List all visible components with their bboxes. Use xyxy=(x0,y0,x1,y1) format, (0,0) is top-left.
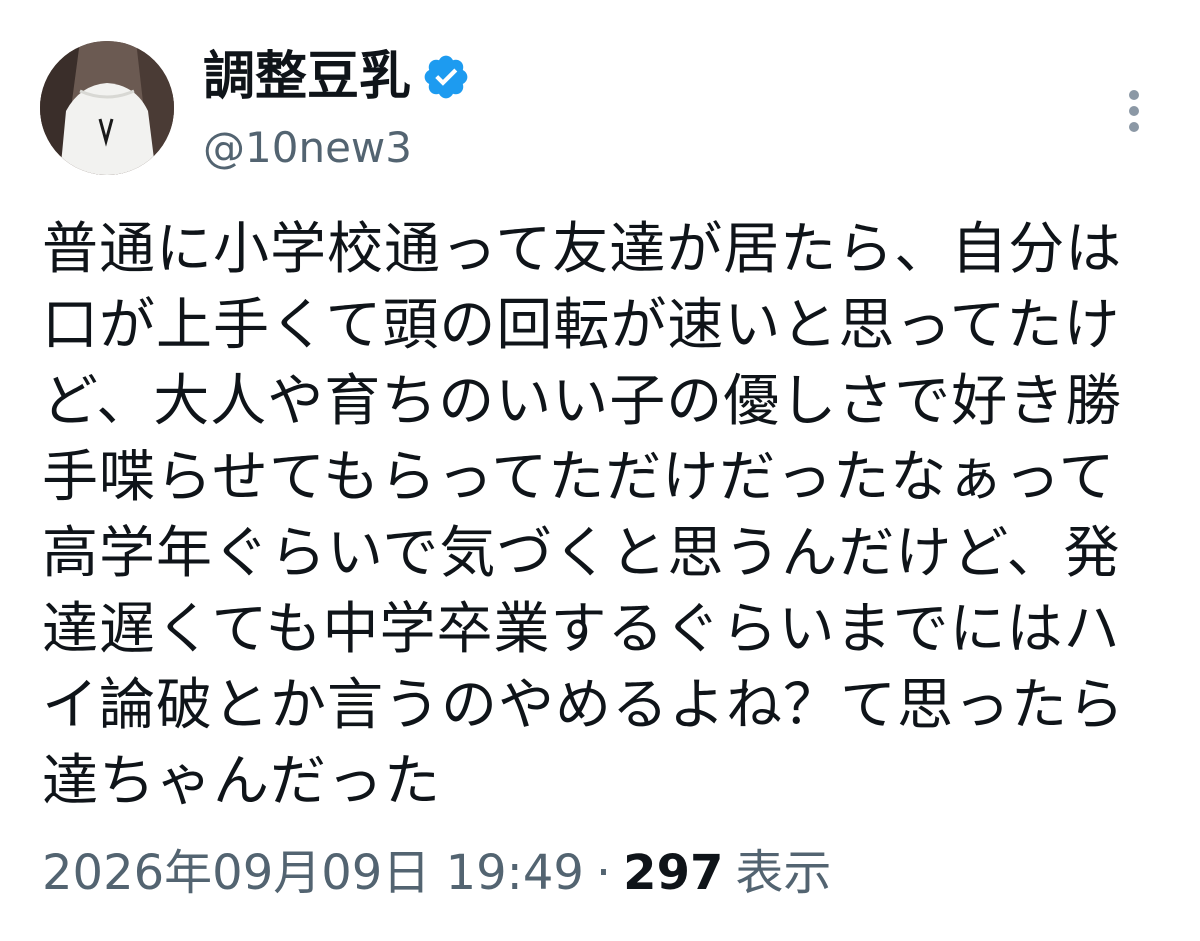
name-row: 調整豆乳 xyxy=(203,42,471,112)
more-options-icon[interactable] xyxy=(1116,86,1152,136)
tweet-text-line: 高学年ぐらいで気づくと思うんだけど、発 xyxy=(42,521,1121,586)
tweet-text-line: 手喋らせてもらってただけだったなぁって xyxy=(42,445,1116,510)
tweet-text-line: 口が上手くて頭の回転が速いと思ってたけ xyxy=(42,293,1121,358)
tweet-text: 普通に小学校通って友達が居たら、自分は 口が上手くて頭の回転が速いと思ってたけ … xyxy=(42,212,1172,820)
tweet-text-line: 達ちゃんだった xyxy=(42,749,441,814)
tweet-text-line: 普通に小学校通って友達が居たら、自分は xyxy=(42,217,1123,282)
views-count[interactable]: 297 xyxy=(623,838,723,908)
tweet-meta: 2026年09月09日 19:49 · 297 表示 xyxy=(42,838,831,908)
avatar-photo xyxy=(40,41,174,175)
tweet-text-line: ど、大人や育ちのいい子の優しさで好き勝 xyxy=(42,369,1123,434)
tweet-text-line: イ論破とか言うのやめるよね？て思ったら xyxy=(42,673,1125,738)
tweet: 調整豆乳 @10new3 普通に小学校通って友達が居たら、自分は 口が上手くて頭… xyxy=(0,0,1200,941)
handle[interactable]: @10new3 xyxy=(203,122,471,174)
meta-separator: · xyxy=(595,845,612,901)
verified-badge-icon xyxy=(421,52,471,102)
timestamp-link[interactable]: 2026年09月09日 19:49 xyxy=(42,838,584,908)
author-block: 調整豆乳 @10new3 xyxy=(203,42,471,174)
tweet-text-line: 達遅くても中学卒業するぐらいまでにはハ xyxy=(42,597,1121,662)
avatar[interactable] xyxy=(40,41,174,175)
display-name[interactable]: 調整豆乳 xyxy=(203,42,411,112)
views-label: 表示 xyxy=(735,845,832,901)
